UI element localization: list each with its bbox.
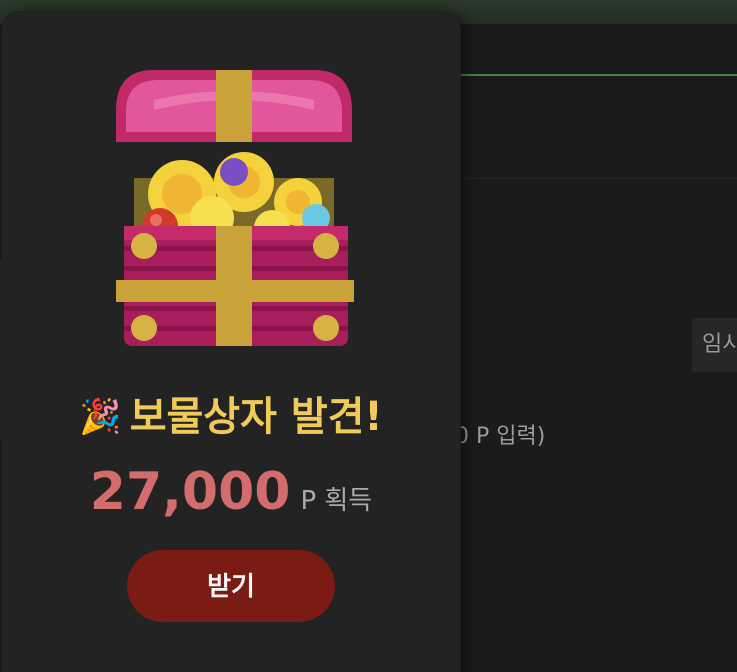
modal-title: 🎉 보물상자 발견!: [2, 384, 460, 442]
treasure-modal: 🎉 보물상자 발견! 27,000 P 획득 받기: [2, 12, 460, 672]
treasure-chest-icon: [116, 70, 354, 346]
claim-button[interactable]: 받기: [127, 550, 335, 622]
app-stage: 임시 0 P 입력) 🎉 보물상자 발견! 27,000 P 획득 받기: [0, 0, 737, 672]
reward-suffix: P 획득: [300, 486, 373, 516]
party-popper-icon: 🎉: [79, 397, 122, 437]
points-input-hint: 0 P 입력): [455, 424, 546, 449]
modal-title-text: 보물상자 발견!: [129, 394, 383, 440]
active-tab-indicator: [455, 74, 737, 76]
reward-line: 27,000 P 획득: [2, 462, 460, 522]
reward-amount: 27,000: [89, 462, 291, 522]
temp-button[interactable]: 임시: [692, 318, 737, 372]
section-divider: [455, 178, 737, 179]
